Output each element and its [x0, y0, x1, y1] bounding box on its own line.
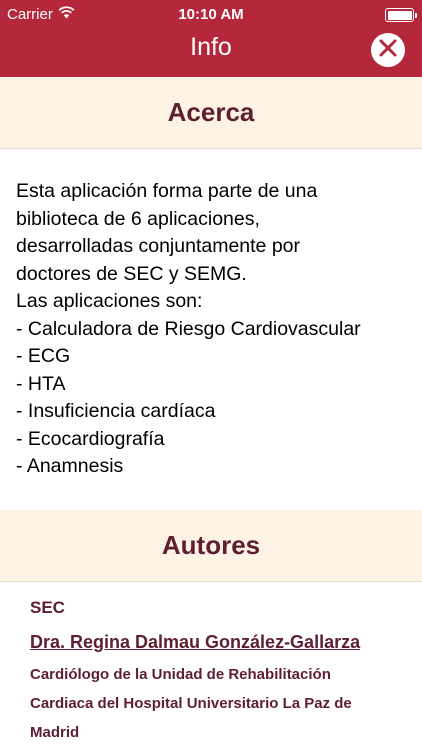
about-line: Esta aplicación forma parte de una [16, 180, 318, 202]
about-text: Esta aplicación forma parte de una bibli… [16, 178, 414, 481]
battery-icon [385, 8, 417, 22]
author-entry: SEC Dra. Regina Dalmau González-Gallarza… [30, 596, 410, 747]
navigation-bar: Carrier 10:10 AM Info [0, 0, 422, 77]
app-list-item: - Anamnesis [16, 455, 124, 477]
author-name-link[interactable]: Dra. Regina Dalmau González-Gallarza [30, 630, 410, 654]
about-line: doctores de SEC y SEMG. [16, 262, 247, 285]
app-list-item: - HTA [16, 372, 66, 395]
author-role-line: Cardiaca del Hospital Universitario La P… [30, 695, 352, 712]
author-role-line: Cardiólogo de la Unidad de Rehabilitació… [30, 666, 331, 683]
page-title: Info [190, 33, 232, 61]
about-line: biblioteca de 6 aplicaciones, [16, 207, 260, 230]
app-list-item: - Calculadora de Riesgo Cardiovascular [16, 317, 361, 340]
about-line: desarrolladas conjuntamente por [16, 235, 301, 257]
author-role: Cardiólogo de la Unidad de Rehabilitació… [30, 660, 410, 747]
status-time: 10:10 AM [178, 6, 244, 23]
about-line: Las aplicaciones son: [16, 290, 203, 312]
author-role-line: Madrid [30, 724, 80, 741]
authors-heading: Autores [161, 530, 261, 560]
close-icon [379, 39, 397, 62]
app-list-item: - ECG [16, 345, 71, 367]
about-heading: Acerca [167, 97, 255, 127]
status-bar: Carrier 10:10 AM [0, 0, 422, 30]
about-section-header: Acerca [0, 77, 422, 149]
close-button[interactable] [371, 33, 405, 67]
app-list-item: - Ecocardiografía [16, 427, 165, 450]
author-organization: SEC [30, 598, 65, 617]
authors-section-header: Autores [0, 510, 422, 582]
app-list-item: - Insuficiencia cardíaca [16, 400, 216, 422]
